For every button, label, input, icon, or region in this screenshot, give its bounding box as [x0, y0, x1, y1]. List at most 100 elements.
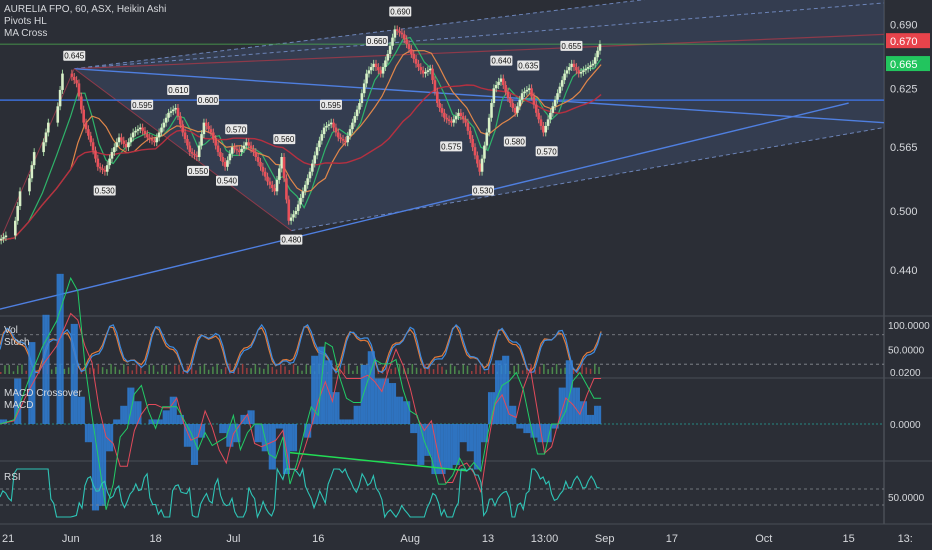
- volume-bar: [581, 364, 583, 374]
- candle-body: [167, 112, 170, 118]
- volume-bar: [479, 365, 481, 374]
- candle-body: [193, 153, 196, 156]
- macd-hist-bar: [388, 383, 392, 424]
- candle-body: [476, 155, 479, 164]
- candle-body: [82, 109, 85, 123]
- volume-bar: [101, 367, 104, 374]
- candle-body: [84, 122, 88, 130]
- candle-body: [146, 134, 149, 138]
- candle-body: [367, 70, 371, 74]
- volume-bar: [246, 367, 248, 374]
- macd-hist-bar: [271, 424, 274, 470]
- macd-hist-bar: [176, 414, 180, 424]
- macd-hist-bar: [256, 424, 260, 443]
- macd-hist-bar: [551, 424, 555, 429]
- price-chart[interactable]: 0.645 0.530 0.595 0.610 0.600 0.550 0.540 0.570…: [0, 0, 932, 550]
- candle-body: [546, 119, 550, 126]
- volume-bar: [470, 371, 473, 374]
- candle-body: [405, 39, 408, 45]
- candle-body: [353, 116, 357, 123]
- macd-hist-bar: [169, 396, 173, 424]
- pivot-label-17: 0.580: [505, 137, 526, 146]
- candle-body: [216, 145, 220, 153]
- macd-hist-bar: [575, 387, 578, 424]
- macd-hist-bar: [113, 419, 116, 424]
- volume-bar: [131, 370, 134, 374]
- candle-body: [162, 122, 166, 128]
- time-tick-0: 21: [2, 533, 14, 545]
- candle-body: [103, 170, 107, 172]
- candle-body: [329, 122, 333, 125]
- candle-body: [58, 89, 62, 107]
- volume-bar: [492, 365, 494, 374]
- volume-bar: [509, 371, 511, 374]
- macd-hist-bar: [337, 392, 340, 424]
- candle-body: [494, 85, 498, 89]
- stoch-legend: Vol Stoch: [4, 325, 30, 349]
- volume-bar: [589, 368, 592, 374]
- macd-hist-bar: [577, 387, 580, 424]
- time-tick-8: Sep: [595, 533, 615, 545]
- macd-hist-bar: [438, 424, 441, 475]
- candle-body: [242, 145, 246, 149]
- candle-body: [534, 104, 538, 113]
- macd-hist-bar: [275, 424, 279, 429]
- candle-body: [591, 63, 595, 66]
- volume-bar: [106, 369, 108, 374]
- candle-body: [360, 93, 364, 104]
- macd-hist-bar: [516, 424, 519, 429]
- time-tick-4: 16: [312, 533, 324, 545]
- macd-hist-bar: [518, 424, 522, 429]
- candle-body: [447, 119, 451, 122]
- candle-body: [278, 168, 281, 180]
- candle-body: [188, 145, 192, 153]
- volume-bar: [207, 369, 210, 374]
- candle-body: [365, 73, 368, 84]
- candle-body: [195, 155, 199, 157]
- macd-hist-bar: [268, 424, 272, 470]
- pivot-label-15: 0.640: [491, 57, 512, 66]
- volume-bar: [195, 370, 197, 374]
- volume-bar: [513, 365, 515, 374]
- macd-hist-bar: [379, 378, 382, 424]
- macd-hist-bar: [594, 405, 597, 424]
- candle-body: [214, 139, 217, 146]
- macd-hist-bar: [403, 401, 406, 424]
- candle-body: [157, 132, 161, 138]
- candle-body: [228, 153, 232, 161]
- candle-body: [407, 44, 411, 50]
- candle-body: [282, 157, 286, 179]
- candle-body: [176, 107, 180, 117]
- macd-hist-bar: [478, 424, 481, 470]
- macd-hist-bar: [87, 424, 90, 443]
- candle-body: [160, 127, 163, 133]
- candle-body: [414, 58, 418, 64]
- candle-body: [570, 63, 573, 68]
- price-tick-0: 0.690: [890, 20, 918, 32]
- chart-title: AURELIA FPO, 60, ASX, Heikin Ashi: [4, 4, 167, 15]
- candle-body: [516, 106, 519, 113]
- volume-bar: [390, 368, 392, 374]
- candle-body: [471, 139, 474, 148]
- candle-body: [582, 70, 585, 72]
- volume-bar: [551, 367, 554, 374]
- candle-body: [18, 191, 22, 207]
- macd-hist-bar: [400, 396, 404, 424]
- candle-body: [96, 158, 100, 167]
- macd-legend: MACD Crossover MACD: [4, 388, 82, 412]
- candle-body: [292, 214, 295, 218]
- candle-body: [379, 70, 383, 74]
- macd-hist-bar: [223, 424, 227, 434]
- volume-bar: [517, 364, 520, 374]
- macd-crossover-label: MACD Crossover: [4, 388, 82, 399]
- candle-body: [141, 127, 144, 131]
- macd-hist-bar: [84, 424, 88, 443]
- candle-body: [443, 112, 446, 118]
- macd-hist-bar: [469, 424, 472, 452]
- candle-body: [315, 147, 319, 156]
- macd-hist-bar: [417, 424, 420, 465]
- macd-hist-bar: [591, 414, 595, 424]
- candle-body: [478, 163, 482, 172]
- candle-body: [263, 171, 267, 177]
- macd-hist-bar: [124, 405, 128, 424]
